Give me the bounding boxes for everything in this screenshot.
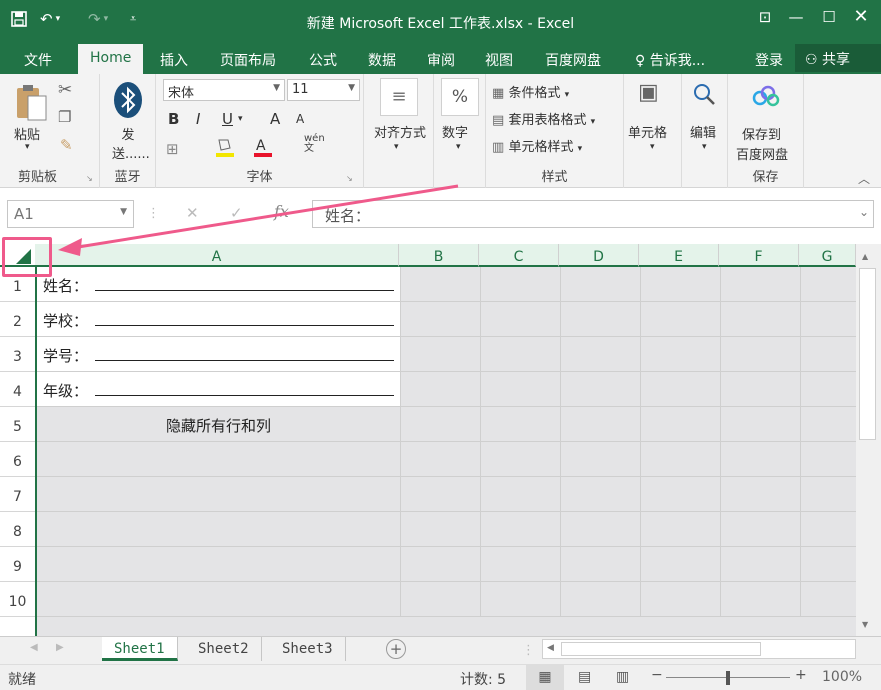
page-layout-view-icon[interactable]: ▤ (578, 669, 591, 685)
sheet-tab-3[interactable]: Sheet3 (270, 637, 346, 661)
annotation-arrow (58, 184, 459, 256)
add-sheet-icon[interactable]: + (386, 639, 406, 659)
page-break-view-icon[interactable]: ▥ (616, 669, 629, 685)
split-handle-icon[interactable]: ⋮ (522, 643, 535, 658)
zoom-thumb[interactable] (726, 671, 730, 685)
zoom-in-icon[interactable]: + (795, 667, 807, 683)
horizontal-scrollbar[interactable]: ◀ (542, 639, 856, 659)
next-sheet-icon[interactable]: ▶ (56, 642, 64, 653)
zoom-out-icon[interactable]: − (651, 667, 663, 683)
sheet-tab-1[interactable]: Sheet1 (102, 637, 178, 661)
sheet-tab-2[interactable]: Sheet2 (186, 637, 262, 661)
zoom-level[interactable]: 100% (822, 669, 862, 685)
prev-sheet-icon[interactable]: ◀ (30, 642, 38, 653)
status-ready: 就绪 (8, 672, 36, 688)
normal-view-icon[interactable]: ▦ (526, 665, 564, 690)
sheet-tabs-bar: ◀ ▶ Sheet1 Sheet2 Sheet3 + ⋮ ◀ (0, 636, 881, 664)
status-bar: 就绪 计数: 5 ▦ ▤ ▥ − + 100% (0, 664, 881, 690)
scroll-left-icon[interactable]: ◀ (547, 643, 554, 653)
status-count: 计数: 5 (460, 672, 507, 688)
hscroll-thumb[interactable] (561, 642, 761, 656)
